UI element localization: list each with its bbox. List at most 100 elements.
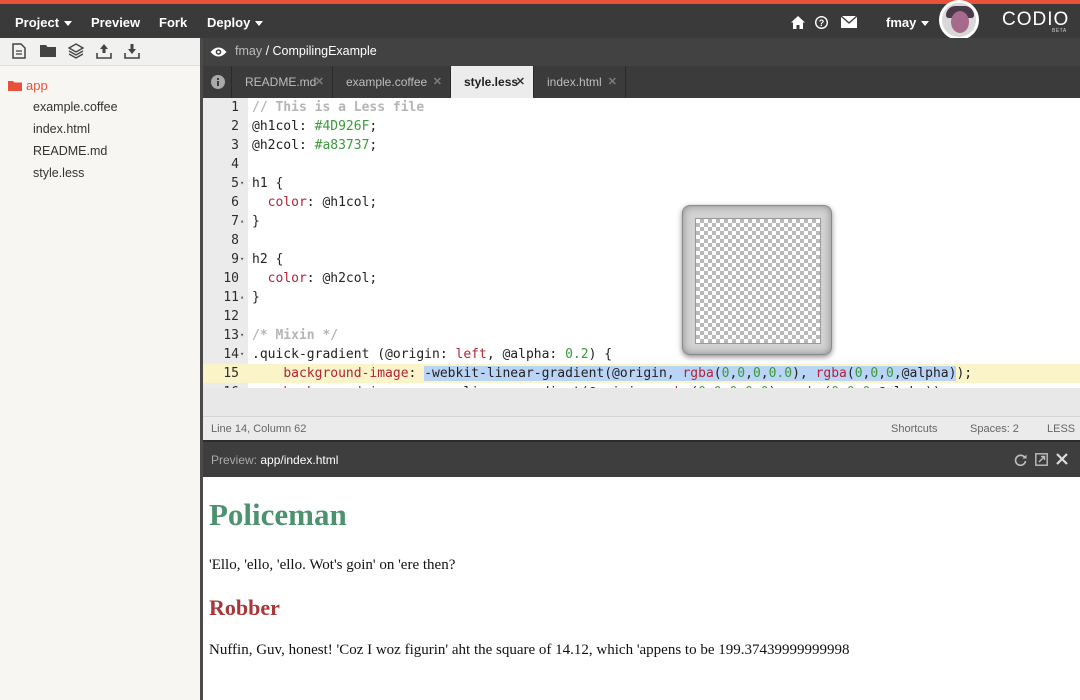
code-line[interactable]: 3 @h2col: #a83737;	[203, 136, 1080, 155]
tab-readme-md[interactable]: README.md ✕	[232, 66, 333, 98]
mail-icon[interactable]	[840, 15, 858, 31]
fold-open-icon[interactable]: ▾	[240, 174, 244, 193]
refresh-icon[interactable]	[1014, 453, 1027, 469]
fold-open-icon[interactable]: ▾	[240, 250, 244, 269]
file-tree: app example.coffee index.html README.md …	[0, 66, 200, 700]
line-number: 6	[231, 195, 239, 210]
code-text: }	[252, 288, 260, 307]
tree-folder-app[interactable]: app	[8, 78, 48, 93]
user-menu[interactable]: fmay	[886, 8, 930, 36]
code-token: ,@alpha)	[893, 366, 957, 381]
help-icon[interactable]: ?	[814, 15, 829, 32]
line-number: 12	[223, 309, 239, 324]
code-line[interactable]: 5 ▾ h1 {	[203, 174, 1080, 193]
info-button[interactable]	[203, 66, 232, 98]
cursor-position: Line 14, Column 62	[211, 423, 307, 435]
language-mode[interactable]: LESS	[1047, 423, 1075, 435]
breadcrumb-user[interactable]: fmay	[235, 44, 262, 58]
menu-project[interactable]: Project	[15, 8, 73, 36]
close-icon[interactable]: ✕	[608, 75, 617, 88]
upload-icon[interactable]	[96, 43, 112, 59]
code-token: rgba	[682, 366, 714, 381]
tree-folder-label: app	[26, 78, 48, 93]
code-token: : @h1col;	[306, 195, 378, 210]
code-line[interactable]: 13 ▾ /* Mixin */	[203, 326, 1080, 345]
line-number: 15	[223, 366, 239, 381]
breadcrumb-project[interactable]: CompilingExample	[273, 44, 377, 58]
code-token: ) {	[588, 347, 613, 362]
close-icon[interactable]: ✕	[516, 75, 525, 88]
code-line[interactable]: 4	[203, 155, 1080, 174]
code-line[interactable]: 7 ▴}	[203, 212, 1080, 231]
menu-fork[interactable]: Fork	[159, 8, 187, 36]
code-token: }	[252, 290, 260, 305]
indent-setting[interactable]: Spaces: 2	[970, 423, 1019, 435]
code-line[interactable]: 2 @h1col: #4D926F;	[203, 117, 1080, 136]
line-number: 5	[231, 176, 239, 191]
code-token: 0	[752, 366, 761, 381]
code-token: }	[252, 214, 260, 229]
code-line[interactable]: 11 ▴}	[203, 288, 1080, 307]
shortcuts-link[interactable]: Shortcuts	[891, 423, 937, 435]
code-line[interactable]: 14 ▾ .quick-gradient (@origin: left, @alph…	[203, 345, 1080, 364]
tab-style-less[interactable]: style.less ✕	[451, 66, 534, 98]
code-token: @h2col:	[252, 138, 315, 153]
open-external-icon[interactable]	[1035, 453, 1048, 469]
menu-deploy-label: Deploy	[207, 14, 251, 30]
code-token: );	[956, 366, 973, 381]
tab-label: style.less	[464, 75, 519, 89]
breadcrumb: fmay / CompilingExample	[203, 38, 1080, 66]
preview-paragraph-2: Nuffin, Guv, honest! 'Coz I woz figurin'…	[209, 642, 850, 658]
line-number: 7	[231, 214, 239, 229]
menu-deploy[interactable]: Deploy	[207, 8, 264, 36]
fold-open-icon[interactable]: ▾	[240, 326, 244, 345]
breadcrumb-path: fmay / CompilingExample	[235, 44, 377, 58]
code-line[interactable]: 15 background-image: -webkit-linear-grad…	[203, 364, 1080, 383]
close-icon[interactable]	[1056, 453, 1068, 468]
color-picker-popup[interactable]	[682, 205, 832, 355]
color-preview-swatch[interactable]	[695, 218, 821, 344]
tab-index-html[interactable]: index.html ✕	[534, 66, 626, 98]
code-line[interactable]: 1 // This is a Less file	[203, 98, 1080, 117]
line-number: 14	[223, 347, 239, 362]
horizontal-scrollbar[interactable]	[203, 388, 1080, 416]
code-line[interactable]: 9 ▾ h2 {	[203, 250, 1080, 269]
tree-item-readme-md[interactable]: README.md	[33, 144, 107, 158]
code-token: ,	[760, 366, 769, 381]
tree-item-style-less[interactable]: style.less	[33, 166, 84, 180]
new-folder-icon[interactable]	[40, 43, 56, 59]
close-icon[interactable]: ✕	[315, 75, 324, 88]
top-bar: Project Preview Fork Deploy ? fmay	[0, 0, 1080, 38]
code-line[interactable]: 8	[203, 231, 1080, 250]
code-token: , @alpha:	[486, 347, 566, 362]
info-icon	[211, 75, 225, 89]
menu-preview[interactable]: Preview	[91, 8, 140, 36]
preview-header: Preview: app/index.html	[203, 440, 1080, 477]
code-line[interactable]: 6 color: @h1col;	[203, 193, 1080, 212]
tab-label: README.md	[245, 75, 317, 89]
code-token: ;	[369, 138, 378, 153]
download-icon[interactable]	[124, 43, 140, 59]
code-line[interactable]: 12	[203, 307, 1080, 326]
close-icon[interactable]: ✕	[433, 75, 442, 88]
fold-close-icon[interactable]: ▴	[240, 212, 244, 231]
code-editor[interactable]: 1 // This is a Less file 2 @h1col: #4D926F;…	[203, 98, 1080, 388]
avatar[interactable]	[939, 0, 979, 40]
code-text: .quick-gradient (@origin: left, @alpha: …	[252, 345, 612, 364]
home-icon[interactable]	[791, 16, 805, 32]
code-line[interactable]: 10 color: @h2col;	[203, 269, 1080, 288]
fold-open-icon[interactable]: ▾	[240, 345, 244, 364]
new-file-icon[interactable]	[12, 43, 28, 59]
fold-close-icon[interactable]: ▴	[240, 288, 244, 307]
preview-heading-1: Policeman	[209, 497, 347, 532]
tree-item-index-html[interactable]: index.html	[33, 122, 90, 136]
code-token: 0	[870, 366, 879, 381]
code-text: h1 {	[252, 174, 283, 193]
tree-item-example-coffee[interactable]: example.coffee	[33, 100, 118, 114]
tab-example-coffee[interactable]: example.coffee ✕	[333, 66, 451, 98]
layers-icon[interactable]	[67, 43, 85, 59]
eye-icon[interactable]	[210, 45, 227, 63]
code-token: (	[713, 366, 722, 381]
